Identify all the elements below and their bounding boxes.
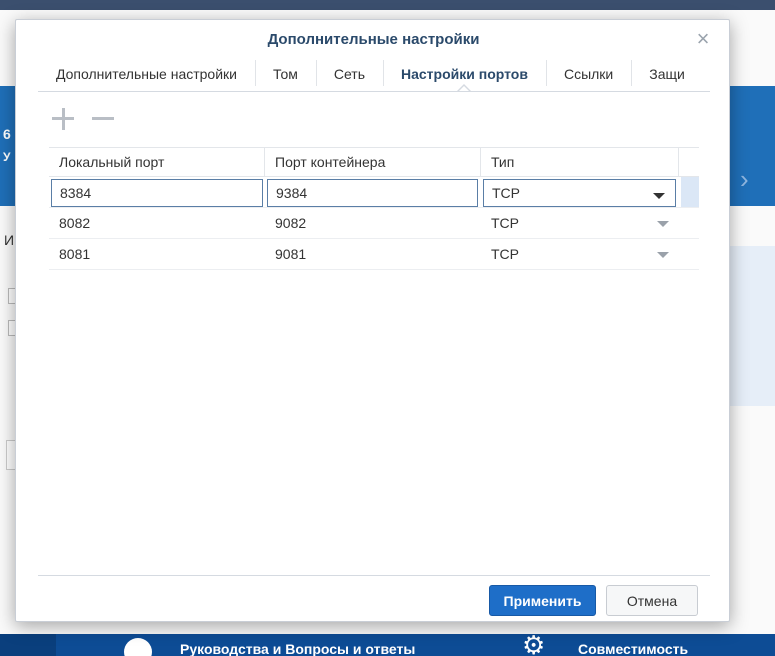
container-port-cell: 9384 [265, 177, 481, 207]
type-select-value: TCP [492, 185, 520, 201]
type-select[interactable]: TCP [483, 179, 676, 207]
local-port-cell: 8082 [59, 215, 91, 231]
local-port-cell: 8384 [49, 177, 265, 207]
close-icon[interactable]: × [693, 28, 713, 50]
container-port-cell: 9081 [275, 246, 307, 262]
background-fragment: И [4, 232, 15, 248]
background-footer-left [0, 634, 56, 656]
type-value: TCP [491, 215, 519, 231]
chevron-down-icon[interactable] [657, 252, 669, 258]
background-footer: Руководства и Вопросы и ответы ⚙ Совмест… [0, 632, 775, 656]
background-topbar [0, 0, 775, 10]
tab-network[interactable]: Сеть [315, 56, 383, 91]
tab-port-settings[interactable]: Настройки портов [383, 56, 546, 91]
tab-links[interactable]: Ссылки [545, 56, 631, 91]
type-cell: TCP [481, 177, 679, 207]
column-header-type[interactable]: Тип [481, 148, 679, 176]
background-fragment: 6 [3, 126, 11, 142]
footer-link-guides[interactable]: Руководства и Вопросы и ответы [180, 641, 415, 656]
table-row[interactable]: 8082 9082 TCP [49, 208, 699, 239]
help-icon[interactable] [124, 638, 152, 656]
apply-button[interactable]: Применить [489, 585, 596, 616]
column-header-spacer [679, 148, 699, 176]
background-fragment: У [3, 150, 11, 164]
dialog-title: Дополнительные настройки [267, 31, 480, 48]
table-header: Локальный порт Порт контейнера Тип [49, 147, 699, 177]
advanced-settings-dialog: Дополнительные настройки × Дополнительны… [15, 19, 730, 622]
container-port-cell: 9082 [275, 215, 307, 231]
port-table: Локальный порт Порт контейнера Тип 8384 … [49, 147, 699, 270]
cancel-button[interactable]: Отмена [606, 585, 698, 616]
container-port-input[interactable]: 9384 [267, 179, 478, 207]
tab-volume[interactable]: Том [254, 56, 316, 91]
minus-icon[interactable] [92, 108, 114, 130]
gear-icon[interactable]: ⚙ [522, 632, 545, 656]
chevron-down-icon[interactable] [653, 193, 665, 199]
local-port-input[interactable]: 8384 [51, 179, 263, 207]
tab-label: Настройки портов [401, 65, 528, 82]
background-left-stripe: 6 У [0, 86, 14, 206]
tab-advanced-settings[interactable]: Дополнительные настройки [38, 56, 255, 91]
background-selected-row [730, 246, 775, 406]
background-band-right: › [730, 152, 775, 206]
footer-link-compatibility[interactable]: Совместимость [578, 641, 688, 656]
port-toolbar [52, 108, 114, 132]
tab-bar: Дополнительные настройки Том Сеть Настро… [38, 56, 710, 92]
plus-icon[interactable] [52, 108, 74, 130]
column-header-container-port[interactable]: Порт контейнера [265, 148, 481, 176]
tab-security[interactable]: Защи [631, 56, 703, 91]
column-header-local-port[interactable]: Локальный порт [49, 148, 265, 176]
chevron-down-icon[interactable] [657, 221, 669, 227]
footer-divider [38, 575, 710, 576]
table-row[interactable]: 8384 9384 TCP [49, 177, 699, 208]
local-port-cell: 8081 [59, 246, 91, 262]
type-cell: TCP [481, 208, 679, 238]
type-cell: TCP [481, 239, 679, 269]
table-row[interactable]: 8081 9081 TCP [49, 239, 699, 270]
chevron-right-icon[interactable]: › [740, 164, 749, 195]
type-value: TCP [491, 246, 519, 262]
